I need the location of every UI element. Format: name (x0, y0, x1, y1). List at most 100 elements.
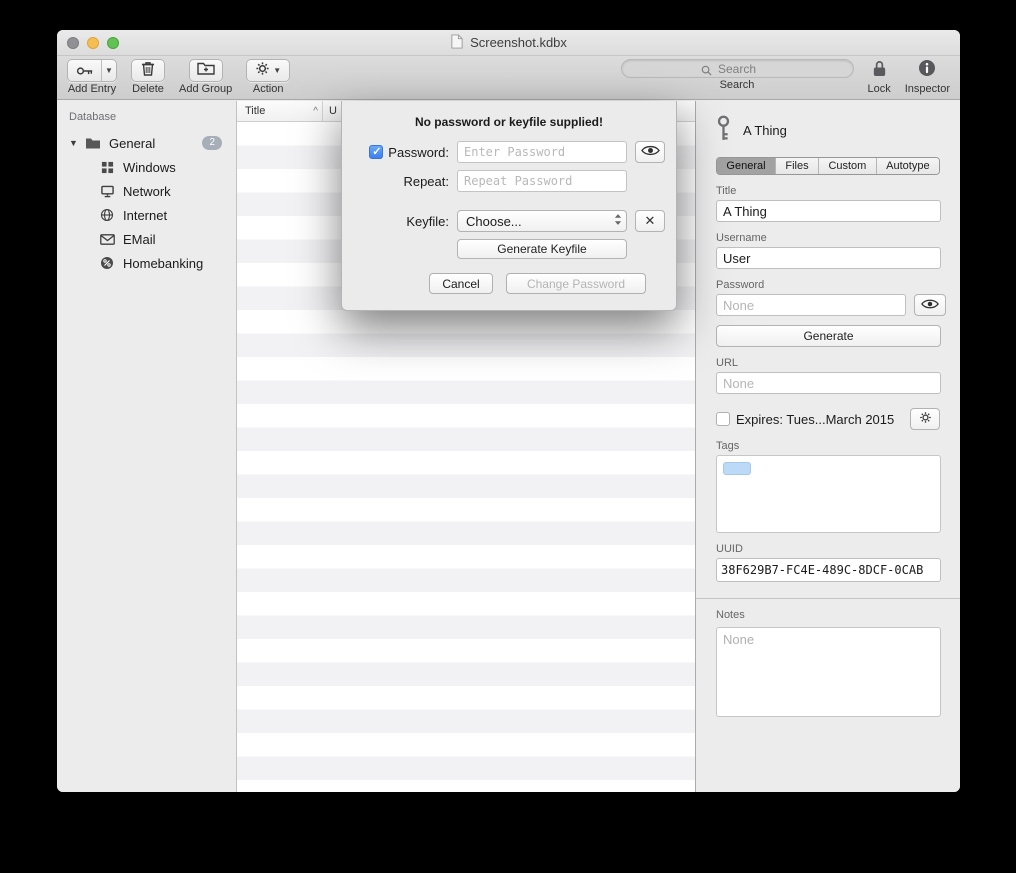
sidebar-item-label: Windows (123, 160, 176, 175)
show-password-button[interactable] (914, 294, 946, 316)
clear-keyfile-button[interactable]: ✕ (635, 210, 665, 232)
sidebar-item-email[interactable]: EMail (57, 227, 236, 251)
cancel-button[interactable]: Cancel (429, 273, 493, 294)
key-icon (716, 115, 731, 145)
sidebar-item-label: Network (123, 184, 171, 199)
keyfile-value: Choose... (466, 214, 522, 229)
dialog-password-input[interactable] (457, 141, 627, 163)
username-field[interactable] (716, 247, 941, 269)
trash-icon (141, 60, 155, 81)
uuid-field[interactable] (716, 558, 941, 582)
inspector-item: Inspector (905, 59, 950, 95)
password-field[interactable] (716, 294, 906, 316)
globe-icon (97, 208, 117, 222)
uuid-label: UUID (716, 543, 940, 555)
expires-label: Expires: Tues...March 2015 (736, 412, 894, 427)
keyfile-label: Keyfile: (353, 214, 449, 229)
close-x-icon: ✕ (645, 213, 656, 229)
lock-button[interactable] (871, 59, 888, 82)
search-input[interactable] (621, 59, 854, 78)
sidebar-group-label: General (109, 136, 155, 151)
stepper-arrows-icon (614, 213, 622, 229)
column-header-username[interactable]: U (323, 105, 337, 117)
entry-title: A Thing (743, 123, 787, 138)
notes-field[interactable] (716, 627, 941, 717)
keyfile-popup[interactable]: Choose... (457, 210, 627, 232)
add-entry-button[interactable]: ▼ (67, 59, 117, 82)
sidebar-item-label: EMail (123, 232, 156, 247)
tag-chip[interactable] (723, 462, 751, 475)
minimize-button[interactable] (87, 37, 99, 49)
inspector-button[interactable] (918, 59, 936, 82)
delete-item: Delete (131, 59, 165, 95)
notes-label: Notes (716, 609, 940, 621)
delete-label: Delete (132, 83, 164, 95)
search-item: Search (621, 59, 854, 91)
dialog-repeat-input[interactable] (457, 170, 627, 192)
sort-ascending-icon: ^ (313, 106, 318, 117)
key-plus-icon (68, 60, 101, 81)
sidebar-header: Database (57, 109, 236, 131)
add-group-button[interactable] (189, 59, 223, 82)
disclosure-triangle-icon[interactable]: ▼ (69, 138, 83, 148)
tab-autotype[interactable]: Autotype (876, 158, 939, 174)
titlebar[interactable]: Screenshot.kdbx (57, 30, 960, 56)
add-group-item: Add Group (179, 59, 232, 95)
password-field-label: Password (716, 279, 940, 291)
eye-icon (641, 144, 660, 160)
expires-checkbox[interactable] (716, 412, 730, 426)
document-icon (450, 34, 464, 52)
search-icon (701, 63, 712, 81)
expires-row: Expires: Tues...March 2015 (716, 408, 940, 430)
divider (696, 598, 960, 599)
sidebar-item-internet[interactable]: Internet (57, 203, 236, 227)
generate-button[interactable]: Generate (716, 325, 941, 347)
entry-count-badge: 2 (202, 136, 222, 150)
gear-icon (255, 61, 270, 81)
envelope-icon (97, 234, 117, 245)
password-row-label: Password: (353, 145, 449, 160)
change-password-button[interactable]: Change Password (506, 273, 646, 294)
window-title: Screenshot.kdbx (470, 35, 567, 50)
desktop-background: Screenshot.kdbx ▼ Add Entry (0, 0, 1016, 873)
tags-box[interactable] (716, 455, 941, 533)
search-label: Search (720, 79, 755, 91)
dialog-show-password-button[interactable] (635, 141, 665, 163)
sidebar-item-windows[interactable]: Windows (57, 155, 236, 179)
sidebar-item-network[interactable]: Network (57, 179, 236, 203)
sidebar-item-label: Homebanking (123, 256, 203, 271)
tags-label: Tags (716, 440, 940, 452)
folder-plus-icon (197, 61, 215, 80)
username-field-label: Username (716, 232, 940, 244)
toolbar: ▼ Add Entry Delete Add Group (57, 56, 960, 100)
percent-icon (97, 256, 117, 270)
zoom-button[interactable] (107, 37, 119, 49)
lock-icon (871, 59, 888, 83)
close-button[interactable] (67, 37, 79, 49)
lock-label: Lock (868, 83, 891, 95)
action-item: ▼ Action (246, 59, 290, 95)
title-column-label: Title (245, 105, 265, 117)
generate-keyfile-button[interactable]: Generate Keyfile (457, 239, 627, 259)
dialog-message: No password or keyfile supplied! (352, 115, 666, 129)
sidebar-group-general[interactable]: ▼ General 2 (57, 131, 236, 155)
column-header-title[interactable]: Title ^ (237, 101, 323, 121)
add-entry-dropdown-arrow-icon[interactable]: ▼ (101, 60, 116, 81)
url-field[interactable] (716, 372, 941, 394)
delete-button[interactable] (131, 59, 165, 82)
tab-files[interactable]: Files (775, 158, 818, 174)
add-group-label: Add Group (179, 83, 232, 95)
tab-custom[interactable]: Custom (818, 158, 876, 174)
repeat-label: Repeat: (353, 174, 449, 189)
folder-icon (83, 137, 103, 150)
sidebar-item-homebanking[interactable]: Homebanking (57, 251, 236, 275)
expires-settings-button[interactable] (910, 408, 940, 430)
gear-icon (919, 411, 932, 427)
tab-general[interactable]: General (717, 158, 775, 174)
url-field-label: URL (716, 357, 940, 369)
password-checkbox[interactable] (369, 145, 383, 159)
action-label: Action (253, 83, 284, 95)
title-field[interactable] (716, 200, 941, 222)
action-button[interactable]: ▼ (246, 59, 290, 82)
info-icon (918, 59, 936, 82)
